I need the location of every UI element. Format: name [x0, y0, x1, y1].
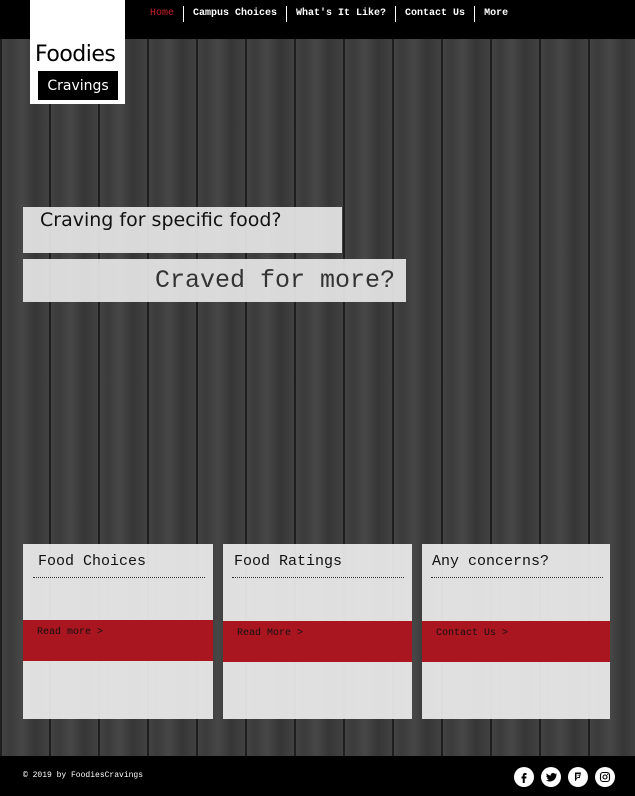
hero-line-1: Craving for specific food? [40, 209, 282, 231]
logo-title: Foodies [35, 42, 116, 67]
logo-subtitle: Cravings [38, 71, 118, 100]
hero-line-2: Craved for more? [154, 266, 395, 295]
facebook-icon[interactable] [514, 767, 534, 787]
card-divider [431, 577, 603, 578]
hero-banner-secondary: Craved for more? [23, 259, 406, 302]
instagram-icon[interactable] [595, 767, 615, 787]
card-food-choices: Food Choices Read more > [23, 544, 213, 719]
hero-banner-primary: Craving for specific food? [23, 207, 342, 253]
site-logo[interactable]: Foodies Cravings [30, 0, 125, 104]
card-action-band: Read More > [223, 621, 412, 662]
foursquare-icon[interactable] [568, 767, 588, 787]
card-divider [232, 577, 404, 578]
copyright-text: © 2019 by FoodiesCravings [23, 771, 144, 780]
nav-whats-it-like[interactable]: What's It Like? [286, 6, 395, 22]
nav-more[interactable]: More [474, 6, 517, 22]
social-links [514, 767, 615, 787]
main-nav: Home Campus Choices What's It Like? Cont… [141, 6, 517, 22]
card-title: Food Choices [38, 553, 147, 570]
card-title: Any concerns? [432, 553, 550, 570]
card-any-concerns: Any concerns? Contact Us > [422, 544, 610, 719]
card-divider [33, 577, 205, 578]
contact-us-link[interactable]: Contact Us > [436, 628, 508, 639]
read-more-link[interactable]: Read more > [37, 627, 103, 638]
nav-home[interactable]: Home [141, 6, 183, 22]
read-more-link[interactable]: Read More > [237, 628, 303, 639]
nav-campus-choices[interactable]: Campus Choices [183, 6, 286, 22]
card-title: Food Ratings [234, 553, 343, 570]
site-footer: © 2019 by FoodiesCravings [0, 756, 635, 796]
twitter-icon[interactable] [541, 767, 561, 787]
card-action-band: Contact Us > [422, 621, 610, 662]
card-food-ratings: Food Ratings Read More > [223, 544, 412, 719]
card-action-band: Read more > [23, 620, 213, 661]
nav-contact-us[interactable]: Contact Us [395, 6, 474, 22]
